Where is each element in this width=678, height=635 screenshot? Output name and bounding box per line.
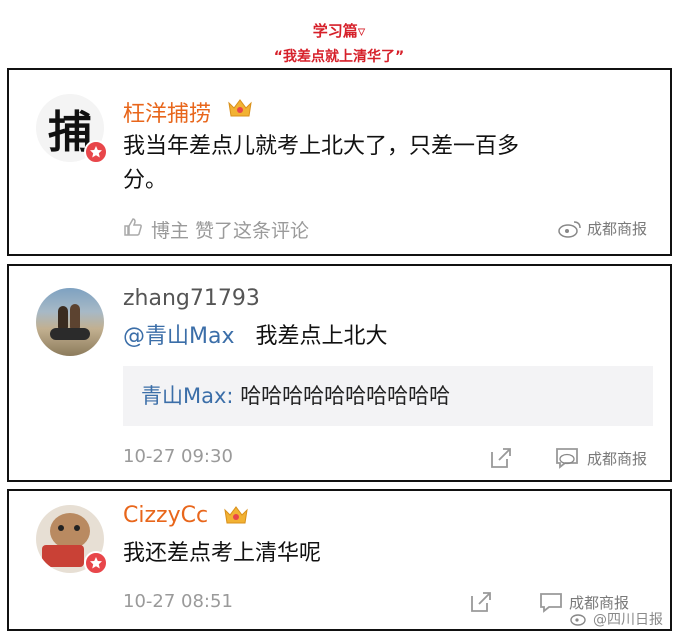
crown-icon bbox=[227, 97, 253, 119]
comment-body: 我差点上北大 bbox=[255, 324, 388, 349]
avatar[interactable]: 捕 bbox=[36, 94, 108, 164]
comment-text: @青山Max 我差点上北大 bbox=[123, 320, 388, 354]
avatar[interactable] bbox=[36, 505, 108, 575]
quoted-text: 青山Max: 哈哈哈哈哈哈哈哈哈哈 bbox=[141, 380, 450, 410]
comment-card: CizzyCc 我还差点考上清华呢 10-27 08:51 成都商报 @四川日报 bbox=[7, 489, 672, 631]
weibo-logo-icon bbox=[570, 614, 586, 626]
comment-line: 分。 bbox=[123, 168, 168, 193]
crown-icon bbox=[223, 504, 249, 526]
username[interactable]: 枉洋捕捞 bbox=[123, 96, 211, 128]
quoted-author[interactable]: 青山Max: bbox=[141, 384, 234, 408]
quoted-body: 哈哈哈哈哈哈哈哈哈哈 bbox=[240, 384, 451, 408]
share-icon[interactable] bbox=[469, 590, 493, 618]
verified-badge-icon bbox=[84, 551, 108, 575]
watermark: 成都商报 bbox=[555, 446, 647, 470]
page-title: 学习篇▿ bbox=[312, 22, 366, 40]
timestamp: 10-27 09:30 bbox=[123, 446, 233, 467]
watermark: 成都商报 bbox=[557, 218, 647, 239]
timestamp: 10-27 08:51 bbox=[123, 591, 233, 612]
watermark-text: 成都商报 bbox=[587, 449, 648, 468]
page-subtitle: “我差点就上清华了” bbox=[273, 49, 405, 65]
avatar[interactable] bbox=[36, 288, 104, 356]
bottom-watermark: @四川日报 bbox=[569, 609, 663, 629]
share-icon[interactable] bbox=[489, 446, 513, 474]
verified-badge-icon bbox=[84, 140, 108, 164]
watermark-text: 成都商报 bbox=[587, 220, 648, 238]
watermark-text: @四川日报 bbox=[593, 612, 663, 628]
comment-text: 我当年差点儿就考上北大了，只差一百多 分。 bbox=[123, 130, 519, 198]
like-icon[interactable] bbox=[123, 217, 143, 241]
weibo-logo-icon bbox=[558, 220, 581, 238]
username[interactable]: zhang71793 bbox=[123, 286, 260, 311]
comment-icon bbox=[556, 448, 578, 469]
comment-text: 我还差点考上清华呢 bbox=[123, 541, 322, 566]
mention-link[interactable]: @青山Max bbox=[123, 324, 234, 349]
comment-card: 捕 枉洋捕捞 我当年差点儿就考上北大了，只差一百多 分。 博主 赞了这条评论 成… bbox=[7, 68, 672, 256]
liked-by-author: 博主 赞了这条评论 bbox=[151, 220, 310, 242]
username[interactable]: CizzyCc bbox=[123, 503, 208, 528]
quoted-reply[interactable]: 青山Max: 哈哈哈哈哈哈哈哈哈哈 bbox=[123, 366, 653, 426]
comment-icon bbox=[540, 593, 562, 613]
comment-card: zhang71793 @青山Max 我差点上北大 青山Max: 哈哈哈哈哈哈哈哈… bbox=[7, 264, 672, 482]
comment-line: 我当年差点儿就考上北大了，只差一百多 bbox=[123, 134, 520, 159]
